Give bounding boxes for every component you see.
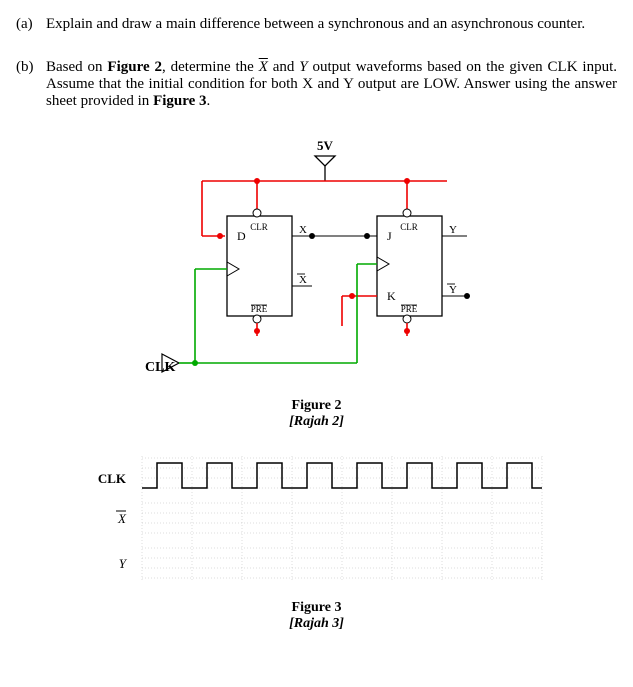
clk-waveform: [142, 463, 542, 488]
ff2-q-label: Y: [449, 224, 457, 236]
ff1-q-label: X: [299, 224, 307, 236]
ff2-k-label: K: [387, 289, 396, 303]
qb-fig3ref: Figure 3: [153, 93, 206, 109]
vcc-arrow-icon: [315, 156, 335, 166]
ff2-qb-label: Y: [449, 284, 457, 296]
circuit-diagram: 5V CLR PRE D X X CLR PRE J K Y Y: [107, 136, 527, 396]
qb-yvar: Y: [299, 59, 307, 75]
qb-end: .: [207, 93, 211, 109]
vcc-label: 5V: [317, 138, 334, 153]
timing-xbar-label: X: [117, 511, 127, 526]
qa-text: Explain and draw a main difference betwe…: [46, 16, 617, 33]
ff2-clr-label: CLR: [400, 222, 418, 232]
qb-mid1: , determine the: [162, 59, 259, 75]
ff2-pre-label: PRE: [400, 304, 417, 314]
fig2-sub: [Rajah 2]: [289, 414, 344, 429]
question-a: (a) Explain and draw a main difference b…: [16, 16, 617, 33]
figure-3-caption: Figure 3 [Rajah 3]: [16, 600, 617, 632]
qb-mid2: and: [268, 59, 299, 75]
fig2-title: Figure 2: [292, 398, 342, 413]
fig3-sub: [Rajah 3]: [289, 616, 344, 631]
figure-3: CLK X Y: [16, 448, 617, 598]
ff2-j-label: J: [387, 229, 392, 243]
timing-y-label: Y: [118, 556, 127, 571]
qb-fig2ref: Figure 2: [107, 59, 162, 75]
figure-2: 5V CLR PRE D X X CLR PRE J K Y Y: [16, 136, 617, 396]
timing-diagram: CLK X Y: [82, 448, 552, 598]
figure-2-caption: Figure 2 [Rajah 2]: [16, 398, 617, 430]
ff1-pre-label: PRE: [250, 304, 267, 314]
ff1-d-label: D: [237, 229, 246, 243]
qb-label: (b): [16, 59, 46, 110]
ff1-clr-label: CLR: [250, 222, 268, 232]
ff1-qb-label: X: [299, 274, 307, 286]
qb-text: Based on Figure 2, determine the X and Y…: [46, 59, 617, 110]
qa-label: (a): [16, 16, 46, 33]
question-b: (b) Based on Figure 2, determine the X a…: [16, 59, 617, 110]
fig3-title: Figure 3: [292, 600, 342, 615]
qb-xbar: X: [259, 59, 268, 75]
qb-pre: Based on: [46, 59, 107, 75]
timing-clk-label: CLK: [97, 471, 126, 486]
